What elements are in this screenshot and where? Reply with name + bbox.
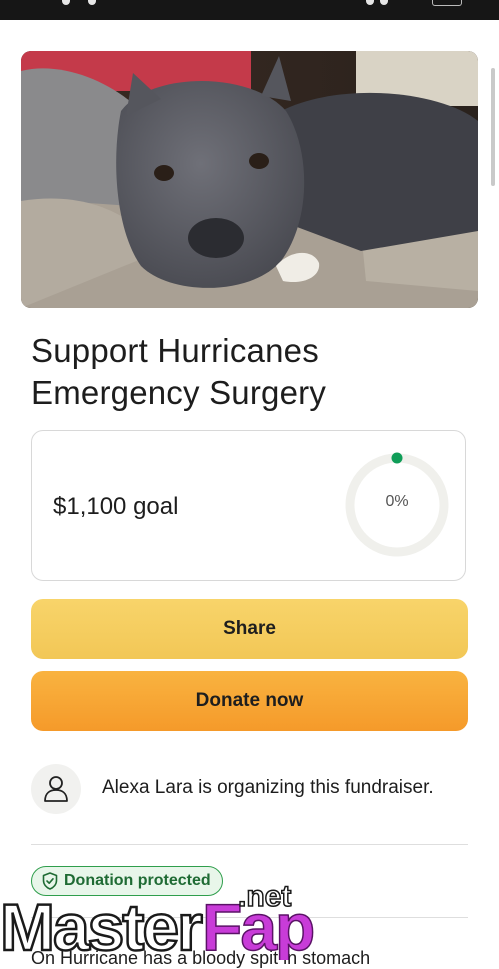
wifi-icon	[380, 0, 388, 5]
donate-now-button[interactable]: Donate now	[31, 671, 468, 731]
status-bar	[0, 0, 499, 20]
watermark-domain: .net	[238, 880, 291, 913]
organizer-text: Alexa Lara is organizing this fundraiser…	[102, 777, 434, 798]
goal-amount: $1,100 goal	[53, 493, 179, 520]
signal-icon	[366, 0, 374, 5]
dog-photo	[21, 51, 478, 308]
battery-icon	[432, 0, 462, 6]
fundraiser-hero-image	[21, 51, 478, 308]
title-line-2: Emergency Surgery	[31, 374, 327, 411]
page-scrollbar[interactable]	[491, 68, 495, 186]
goal-card: $1,100 goal 0%	[31, 430, 466, 581]
title-line-1: Support Hurricanes	[31, 332, 319, 369]
progress-indicator-dot	[391, 452, 403, 464]
watermark-logo: Master Fap .net	[0, 879, 316, 960]
status-indicator	[88, 0, 96, 5]
organizer-avatar	[31, 764, 81, 814]
watermark-brand-part1: Master	[0, 890, 202, 960]
share-button[interactable]: Share	[31, 599, 468, 659]
progress-percent: 0%	[385, 493, 409, 510]
person-icon	[44, 776, 68, 802]
fundraiser-title: Support Hurricanes Emergency Surgery	[31, 330, 471, 414]
status-indicator	[62, 0, 70, 5]
section-divider	[31, 844, 468, 845]
organizer-row[interactable]: Alexa Lara is organizing this fundraiser…	[31, 764, 471, 814]
